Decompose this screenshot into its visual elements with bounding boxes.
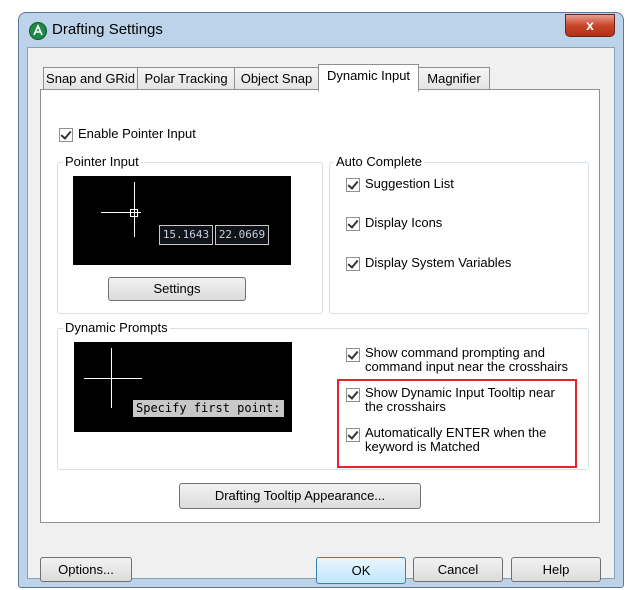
display-icons-checkbox[interactable] [346, 217, 360, 231]
dynamic-input-panel: Enable Pointer Input Pointer Input 15.16… [40, 89, 600, 523]
help-button[interactable]: Help [511, 557, 601, 582]
pickbox-icon [130, 209, 138, 217]
ok-button[interactable]: OK [316, 557, 406, 584]
dynamic-prompts-group-label: Dynamic Prompts [63, 320, 170, 335]
auto-enter-label: Automatically ENTER when the keyword is … [365, 426, 546, 454]
enable-pointer-input-checkbox[interactable] [59, 128, 73, 142]
label-line-2: command input near the crosshairs [365, 359, 569, 374]
display-system-variables-label: Display System Variables [365, 255, 512, 270]
show-dynamic-input-tooltip-label: Show Dynamic Input Tooltip near the cros… [365, 386, 555, 414]
enable-pointer-input-label: Enable Pointer Input [78, 126, 196, 141]
label-line-1: Show Dynamic Input Tooltip near [365, 385, 555, 400]
options-button[interactable]: Options... [40, 557, 132, 582]
display-icons-label: Display Icons [365, 215, 443, 230]
tab-snap-and-grid[interactable]: Snap and GRid [43, 67, 138, 91]
dialog-client-area: Snap and GRid Polar Tracking Object Snap… [27, 47, 615, 584]
close-icon[interactable]: x [565, 14, 615, 37]
coordinate-y-field: 22.0669 [215, 225, 269, 245]
label-line-2: keyword is Matched [365, 439, 480, 454]
coordinate-x-field: 15.1643 [159, 225, 213, 245]
pointer-settings-button[interactable]: Settings [108, 277, 246, 301]
label-line-2: the crosshairs [365, 399, 446, 414]
crosshair-horizontal [84, 378, 142, 379]
crosshair-vertical [111, 348, 112, 408]
pointer-input-group-label: Pointer Input [63, 154, 141, 169]
tab-object-snap[interactable]: Object Snap [234, 67, 319, 91]
label-line-1: Show command prompting and [365, 345, 545, 360]
app-logo-icon [29, 22, 47, 40]
show-dynamic-input-tooltip-checkbox[interactable] [346, 388, 360, 402]
suggestion-list-checkbox[interactable] [346, 178, 360, 192]
drafting-tooltip-appearance-button[interactable]: Drafting Tooltip Appearance... [179, 483, 421, 509]
tab-magnifier[interactable]: Magnifier [418, 67, 490, 91]
display-system-variables-checkbox[interactable] [346, 257, 360, 271]
dynamic-prompts-preview: Specify first point: [74, 342, 292, 432]
show-command-prompting-checkbox[interactable] [346, 348, 360, 362]
drafting-settings-window: Drafting Settings x Snap and GRid Polar … [18, 12, 624, 588]
tab-polar-tracking[interactable]: Polar Tracking [137, 67, 235, 91]
cancel-button[interactable]: Cancel [413, 557, 503, 582]
window-title: Drafting Settings [52, 21, 163, 38]
auto-complete-group-label: Auto Complete [334, 154, 424, 169]
pointer-input-preview: 15.1643 22.0669 [73, 176, 291, 265]
prompt-tooltip-text: Specify first point: [133, 400, 284, 417]
suggestion-list-label: Suggestion List [365, 176, 454, 191]
tab-dynamic-input[interactable]: Dynamic Input [318, 64, 419, 92]
show-command-prompting-label: Show command prompting and command input… [365, 346, 568, 374]
title-bar: Drafting Settings x [19, 13, 623, 47]
auto-enter-checkbox[interactable] [346, 428, 360, 442]
label-line-1: Automatically ENTER when the [365, 425, 547, 440]
